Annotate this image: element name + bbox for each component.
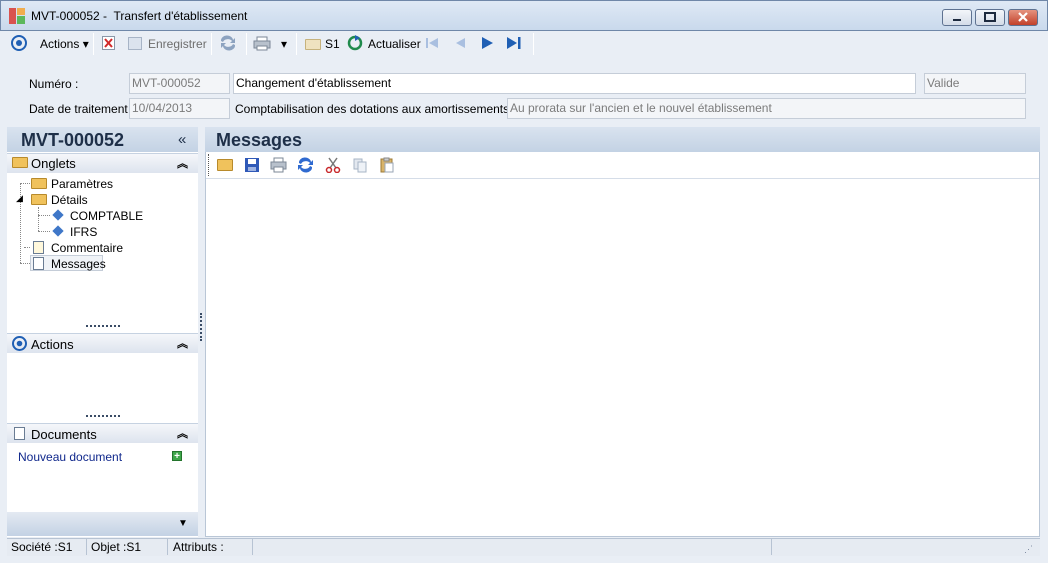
- onglets-title: Onglets: [31, 156, 76, 171]
- chevron-down-icon: ▾: [82, 37, 89, 51]
- print-icon[interactable]: [253, 36, 271, 54]
- tree-item-parametres[interactable]: Paramètres: [51, 177, 113, 191]
- date-field[interactable]: 10/04/2013: [129, 98, 230, 119]
- company-selector[interactable]: S1: [325, 35, 340, 53]
- numero-label: Numéro :: [29, 77, 79, 91]
- save-icon[interactable]: [244, 157, 260, 173]
- paste-icon[interactable]: [379, 157, 395, 173]
- date-label: Date de traitement :: [29, 102, 135, 116]
- messages-title: Messages: [216, 130, 303, 150]
- messages-panel-header: [205, 127, 1040, 152]
- toolbar-separator: [533, 33, 534, 55]
- toolbar-separator: [296, 33, 297, 55]
- documents-section-title: Documents: [31, 427, 97, 442]
- delete-icon[interactable]: [102, 36, 115, 50]
- tree-connector: [38, 207, 39, 231]
- tree-item-commentaire[interactable]: Commentaire: [51, 241, 123, 255]
- compta-label: Comptabilisation des dotations aux amort…: [235, 102, 516, 116]
- app-icon: [9, 8, 25, 24]
- sync-icon[interactable]: [219, 35, 237, 54]
- folder-icon: [31, 194, 47, 205]
- close-icon: [1018, 12, 1028, 22]
- tree-item-messages[interactable]: Messages: [51, 257, 106, 271]
- status-objet: Objet :S1: [88, 539, 168, 555]
- note-icon: [33, 241, 44, 254]
- copy-icon[interactable]: [352, 157, 368, 173]
- actions-menu-label: Actions: [40, 37, 80, 51]
- folder-icon: [305, 39, 321, 50]
- minimize-icon: [953, 19, 961, 21]
- minimize-button[interactable]: [942, 9, 972, 26]
- status-field: Valide: [924, 73, 1026, 94]
- tree-connector: [38, 231, 50, 232]
- actions-circle-icon[interactable]: [11, 35, 27, 51]
- maximize-icon: [984, 12, 996, 22]
- save-button[interactable]: Enregistrer: [148, 35, 207, 53]
- actions-circle-icon: [12, 336, 27, 354]
- status-attributs: Attributs :: [170, 539, 253, 555]
- record-title: MVT-000052: [21, 130, 125, 150]
- print-icon[interactable]: [270, 157, 287, 173]
- previous-record-icon[interactable]: [453, 36, 467, 53]
- description-field[interactable]: Changement d'établissement: [233, 73, 916, 94]
- folder-icon: [31, 178, 47, 189]
- resize-grip-icon[interactable]: ⋰: [1024, 544, 1033, 555]
- tree-item-comptable[interactable]: COMPTABLE: [70, 209, 143, 223]
- tree-item-details[interactable]: Détails: [51, 193, 88, 207]
- next-record-icon[interactable]: [480, 36, 494, 53]
- maximize-button[interactable]: [975, 9, 1005, 26]
- toolbar-separator: [211, 33, 212, 55]
- expand-triangle-icon[interactable]: ◢: [16, 193, 23, 204]
- splitter-grip[interactable]: [86, 415, 120, 417]
- vertical-splitter-grip[interactable]: [200, 313, 202, 341]
- new-document-link[interactable]: Nouveau document: [18, 450, 122, 464]
- tree-connector: [38, 215, 50, 216]
- close-button[interactable]: [1008, 9, 1038, 26]
- tree-connector: [24, 247, 30, 248]
- cut-icon[interactable]: [325, 157, 341, 174]
- actions-section-title: Actions: [31, 337, 74, 352]
- add-icon[interactable]: +: [172, 451, 182, 462]
- panel-footer: [7, 512, 198, 536]
- toolbar-grip: [208, 154, 209, 176]
- first-record-icon[interactable]: [425, 36, 439, 53]
- toolbar-separator: [246, 33, 247, 55]
- collapse-section-icon[interactable]: ︽: [177, 425, 188, 441]
- document-icon: [33, 257, 44, 270]
- last-record-icon[interactable]: [506, 36, 522, 53]
- folder-icon: [12, 157, 28, 168]
- print-dropdown-chevron-icon[interactable]: ▾: [281, 35, 287, 53]
- splitter-grip[interactable]: [86, 325, 120, 327]
- messages-panel: [205, 127, 1040, 537]
- refresh-button[interactable]: Actualiser: [368, 35, 421, 53]
- window-title: MVT-000052 - Transfert d'établissement: [31, 9, 248, 23]
- panel-menu-chevron-icon[interactable]: ▼: [178, 518, 188, 529]
- sync-icon[interactable]: [297, 157, 313, 173]
- document-icon: [14, 427, 25, 440]
- save-icon: [128, 37, 142, 50]
- collapse-section-icon[interactable]: ︽: [177, 335, 188, 351]
- status-cell-empty: [254, 539, 772, 555]
- refresh-icon: [347, 35, 363, 54]
- status-societe: Société :S1: [8, 539, 87, 555]
- toolbar-separator: [93, 33, 94, 55]
- numero-field[interactable]: MVT-000052: [129, 73, 230, 94]
- tree-connector: [20, 263, 30, 264]
- open-folder-icon[interactable]: [217, 159, 233, 171]
- collapse-panel-button[interactable]: «: [178, 131, 186, 148]
- compta-field[interactable]: Au prorata sur l'ancien et le nouvel éta…: [507, 98, 1026, 119]
- actions-menu-button[interactable]: Actions ▾: [40, 35, 89, 53]
- tree-item-ifrs[interactable]: IFRS: [70, 225, 97, 239]
- tree-connector: [20, 183, 30, 184]
- collapse-section-icon[interactable]: ︽: [177, 155, 188, 171]
